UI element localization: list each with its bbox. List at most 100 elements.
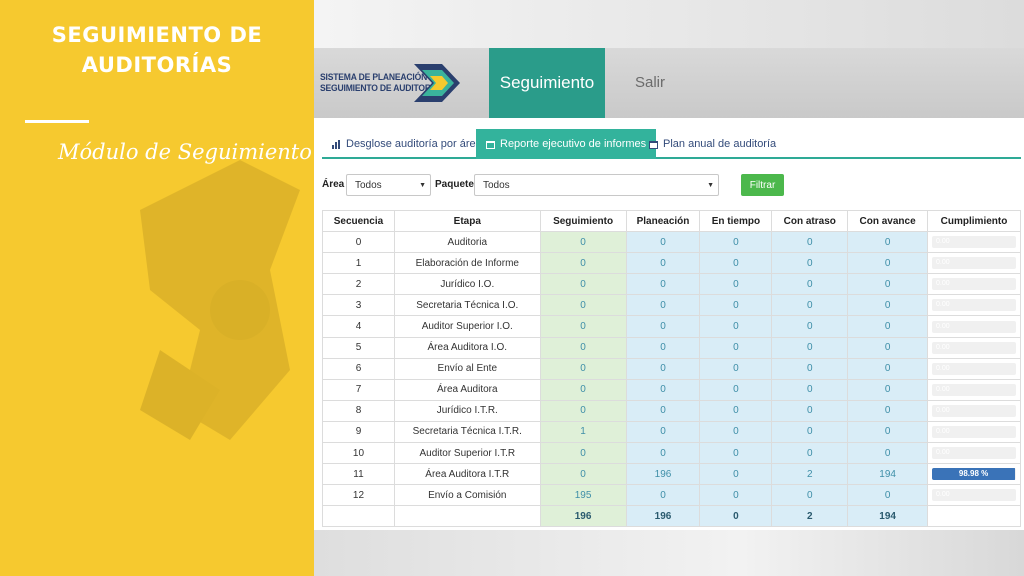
table-row: 8 Jurídico I.T.R. 0 0 0 0 0 0.00: [322, 399, 1021, 422]
progress-bar-label: 0.00: [936, 406, 950, 414]
total-tiempo-cell: 0: [699, 505, 773, 528]
filter-button[interactable]: Filtrar: [741, 174, 784, 196]
etapa-cell: Envío a Comisión: [393, 484, 541, 507]
paquete-label: Paquete: [435, 179, 474, 190]
con-atraso-cell: 0: [771, 294, 849, 317]
en-tiempo-cell: 0: [699, 484, 773, 507]
en-tiempo-cell: 0: [699, 273, 773, 296]
col-en-tiempo[interactable]: En tiempo: [699, 209, 773, 233]
con-avance-cell: 0: [847, 273, 929, 296]
progress-bar-label: 0.00: [936, 259, 950, 267]
total-plan-cell: 196: [625, 505, 701, 528]
con-avance-cell: 0: [847, 294, 929, 317]
seq-cell: 3: [322, 294, 395, 317]
en-tiempo-cell: 0: [699, 463, 773, 486]
seq-cell: 6: [322, 357, 395, 380]
col-secuencia[interactable]: Secuencia: [322, 209, 395, 233]
planeacion-cell: 0: [625, 442, 701, 465]
en-tiempo-cell: 0: [699, 252, 773, 275]
tab-desglose[interactable]: Desglose auditoría por área: [322, 129, 492, 159]
etapa-cell: Auditoria: [393, 231, 541, 254]
tab-plan-anual[interactable]: Plan anual de auditoría: [639, 129, 786, 159]
bar-chart-icon: [332, 139, 340, 149]
progress-bar: 0.00: [932, 236, 1016, 249]
planeacion-cell: 0: [625, 484, 701, 507]
en-tiempo-cell: 0: [699, 294, 773, 317]
area-select[interactable]: Todos ▼: [346, 174, 431, 196]
seq-cell: 8: [322, 399, 395, 422]
planeacion-cell: 0: [625, 399, 701, 422]
progress-bar-label: 0.00: [936, 385, 950, 393]
nav-seguimiento[interactable]: Seguimiento: [489, 48, 605, 118]
etapa-cell: Auditor Superior I.T.R: [393, 442, 541, 465]
progress-bar: 0.00: [932, 320, 1016, 333]
main-content: Desglose auditoría por área Reporte ejec…: [314, 118, 1024, 530]
slide-subtitle: Módulo de Seguimiento: [58, 140, 312, 164]
planeacion-cell: 0: [625, 378, 701, 401]
table-row: 10 Auditor Superior I.T.R 0 0 0 0 0 0.00: [322, 442, 1021, 465]
con-avance-cell: 0: [847, 378, 929, 401]
con-atraso-cell: 0: [771, 442, 849, 465]
planeacion-cell: 0: [625, 357, 701, 380]
table-row: 6 Envío al Ente 0 0 0 0 0 0.00: [322, 357, 1021, 380]
report-tabs: Desglose auditoría por área Reporte ejec…: [322, 129, 1021, 159]
nav-salir[interactable]: Salir: [635, 74, 665, 91]
col-cumplimiento[interactable]: Cumplimiento: [927, 209, 1021, 233]
empty-cell: [393, 505, 541, 528]
col-planeacion[interactable]: Planeación: [625, 209, 701, 233]
table-row: 11 Área Auditora I.T.R 0 196 0 2 194 98.98 %: [322, 463, 1021, 486]
con-atraso-cell: 0: [771, 399, 849, 422]
table-row: 5 Área Auditora I.O. 0 0 0 0 0 0.00: [322, 336, 1021, 359]
con-avance-cell: 0: [847, 484, 929, 507]
paquete-select[interactable]: Todos ▼: [474, 174, 719, 196]
seq-cell: 5: [322, 336, 395, 359]
col-etapa[interactable]: Etapa: [393, 209, 541, 233]
seq-cell: 4: [322, 315, 395, 338]
progress-bar: 0.00: [932, 404, 1016, 417]
col-con-atraso[interactable]: Con atraso: [771, 209, 849, 233]
progress-bar-label: 0.00: [936, 491, 950, 499]
con-avance-cell: 0: [847, 420, 929, 444]
table-header-row: Secuencia Etapa Seguimiento Planeación E…: [322, 209, 1021, 233]
etapa-cell: Jurídico I.T.R.: [393, 399, 541, 422]
empty-cell: [322, 505, 395, 528]
progress-bar-fill: 98.98 %: [932, 468, 1016, 481]
tab-reporte-ejecutivo[interactable]: Reporte ejecutivo de informes: [476, 129, 657, 159]
con-avance-cell: 0: [847, 442, 929, 465]
col-seguimiento[interactable]: Seguimiento: [539, 209, 627, 233]
seguimiento-cell: 0: [539, 315, 627, 338]
progress-bar-label: 0.00: [936, 280, 950, 288]
report-table: Secuencia Etapa Seguimiento Planeación E…: [322, 209, 1021, 528]
en-tiempo-cell: 0: [699, 336, 773, 359]
cumplimiento-cell: 0.00: [927, 357, 1021, 380]
en-tiempo-cell: 0: [699, 231, 773, 254]
seq-cell: 9: [322, 420, 395, 444]
app-logo[interactable]: SISTEMA DE PLANEACIÓN Y SEGUIMIENTO DE A…: [320, 60, 470, 106]
en-tiempo-cell: 0: [699, 378, 773, 401]
progress-bar-label: 0.00: [936, 301, 950, 309]
con-avance-cell: 0: [847, 399, 929, 422]
con-atraso-cell: 0: [771, 336, 849, 359]
seq-cell: 2: [322, 273, 395, 296]
seguimiento-cell: 1: [539, 420, 627, 444]
cumplimiento-cell: 0.00: [927, 273, 1021, 296]
seq-cell: 11: [322, 463, 395, 486]
col-con-avance[interactable]: Con avance: [847, 209, 929, 233]
progress-bar: 0.00: [932, 299, 1016, 312]
etapa-cell: Jurídico I.O.: [393, 273, 541, 296]
con-atraso-cell: 0: [771, 420, 849, 444]
planeacion-cell: 0: [625, 315, 701, 338]
table-row: 3 Secretaria Técnica I.O. 0 0 0 0 0 0.00: [322, 294, 1021, 317]
con-atraso-cell: 0: [771, 315, 849, 338]
seguimiento-cell: 0: [539, 399, 627, 422]
cumplimiento-cell: 0.00: [927, 252, 1021, 275]
seguimiento-cell: 0: [539, 252, 627, 275]
empty-cell: [927, 505, 1021, 528]
etapa-cell: Área Auditora I.T.R: [393, 463, 541, 486]
seguimiento-cell: 0: [539, 463, 627, 486]
cumplimiento-cell: 0.00: [927, 231, 1021, 254]
table-row: 0 Auditoria 0 0 0 0 0 0.00: [322, 231, 1021, 254]
progress-bar-label: 0.00: [936, 364, 950, 372]
seq-cell: 10: [322, 442, 395, 465]
etapa-cell: Envío al Ente: [393, 357, 541, 380]
